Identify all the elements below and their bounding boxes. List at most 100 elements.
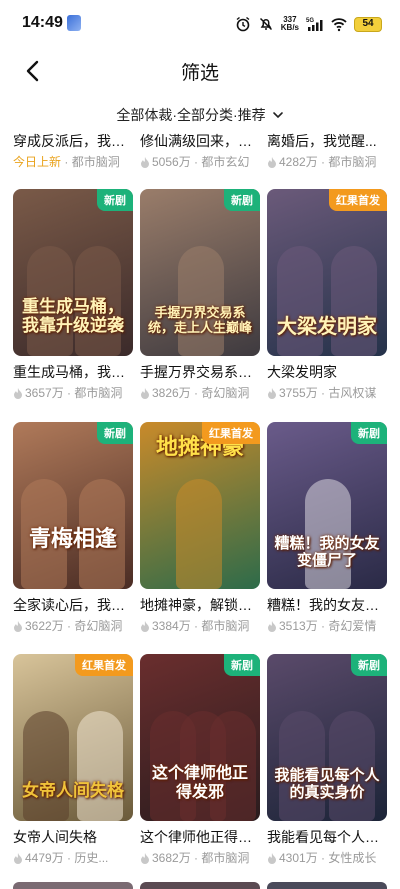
drama-cover[interactable]: 糟糕！我的女友变僵尸了 新剧 xyxy=(267,422,387,589)
new-badge: 新剧 xyxy=(224,654,260,676)
drama-card[interactable]: 手握万界交易系统，走上人生巅峰 新剧 手握万界交易系统... 3826万 · 奇… xyxy=(140,189,260,401)
drama-meta: 今日上新 · 都市脑洞 xyxy=(13,155,120,169)
drama-title: 重生成马桶，我靠... xyxy=(13,364,133,380)
drama-genre: 历史... xyxy=(74,851,109,865)
status-time: 14:49 xyxy=(22,14,63,31)
drama-views: 4301万 xyxy=(279,851,318,865)
drama-title: 全家读心后，我成... xyxy=(13,597,133,613)
drama-card[interactable]: 大梁发明家 红果首发 大梁发明家 3755万 · 古风权谋 xyxy=(267,189,387,401)
chevron-down-icon xyxy=(272,112,283,119)
drama-meta: 3657万 · 都市脑洞 xyxy=(13,385,133,401)
drama-genre: 都市脑洞 xyxy=(71,155,120,169)
drama-genre: 女性成长 xyxy=(328,851,377,865)
drama-cover[interactable]: 我能看见每个人的真实身价 新剧 xyxy=(267,654,387,821)
drama-genre: 奇幻脑洞 xyxy=(74,619,123,633)
mute-icon xyxy=(259,17,272,31)
drama-card[interactable]: 女帝人间失格 红果首发 女帝人间失格 4479万 · 历史... xyxy=(13,654,133,866)
drama-card[interactable]: 地摊神豪 红果首发 地摊神豪，解锁万... 3384万 · 都市脑洞 xyxy=(140,422,260,634)
signal-icon: 5G xyxy=(306,18,323,31)
drama-meta: 3826万 · 奇幻脑洞 xyxy=(140,385,260,401)
drama-views: 3622万 xyxy=(25,619,64,633)
status-bar: 14:49 337 KB/s 5G 54 xyxy=(0,0,400,48)
new-badge: 新剧 xyxy=(351,422,387,444)
drama-cover[interactable]: 大梁发明家 红果首发 xyxy=(267,189,387,356)
drama-views: 3826万 xyxy=(152,386,191,400)
premiere-badge: 红果首发 xyxy=(202,422,260,444)
drama-meta: 4479万 · 历史... xyxy=(13,850,133,866)
drama-genre: 都市脑洞 xyxy=(74,386,123,400)
drama-card[interactable]: 修仙满级回来，我... 5056万 · 都市玄幻 xyxy=(140,132,260,170)
fire-icon xyxy=(14,620,22,632)
cover-title: 青梅相逢 xyxy=(28,526,117,552)
drama-views: 3682万 xyxy=(152,851,191,865)
drama-cover[interactable]: 重生成马桶，我靠升级逆袭 新剧 xyxy=(13,189,133,356)
drama-meta: 3513万 · 奇幻爱情 xyxy=(267,618,387,634)
status-indicators: 337 KB/s 5G 54 xyxy=(235,14,382,34)
page-header: 筛选 xyxy=(0,48,400,94)
drama-meta: 5056万 · 都市玄幻 xyxy=(140,154,260,170)
cover-title: 重生成马桶，我靠升级逆袭 xyxy=(22,297,124,336)
new-badge: 新剧 xyxy=(97,189,133,211)
drama-meta: 3682万 · 都市脑洞 xyxy=(140,850,260,866)
drama-genre: 都市脑洞 xyxy=(201,619,250,633)
drama-card[interactable]: 这个律师他正得发邪 新剧 这个律师他正得发... 3682万 · 都市脑洞 xyxy=(140,654,260,866)
fire-icon xyxy=(268,156,276,168)
filter-label: 全部体裁·全部分类·推荐 xyxy=(116,107,266,123)
fire-icon xyxy=(268,852,276,864)
drama-genre: 都市玄幻 xyxy=(201,155,250,169)
grid-row-partial: 穿成反派后，我靠... 今日上新 · 都市脑洞 修仙满级回来，我... 5056… xyxy=(13,132,387,170)
drama-cover[interactable]: 青梅相逢 新剧 xyxy=(13,422,133,589)
cover-title: 我能看见每个人的真实身价 xyxy=(274,766,380,801)
fire-icon xyxy=(14,387,22,399)
drama-meta: 4301万 · 女性成长 xyxy=(267,850,387,866)
premiere-badge: 红果首发 xyxy=(329,189,387,211)
drama-views: 5056万 xyxy=(152,155,191,169)
drama-title: 地摊神豪，解锁万... xyxy=(140,597,260,613)
drama-genre: 奇幻脑洞 xyxy=(201,386,250,400)
drama-genre: 古风权谋 xyxy=(328,386,377,400)
filter-selector[interactable]: 全部体裁·全部分类·推荐 xyxy=(0,102,400,128)
cover-title: 手握万界交易系统，走上人生巅峰 xyxy=(147,306,252,336)
drama-card[interactable]: 穿成反派后，我靠... 今日上新 · 都市脑洞 xyxy=(13,132,133,170)
drama-cover[interactable]: 手握万界交易系统，走上人生巅峰 新剧 xyxy=(140,189,260,356)
next-cover-peek[interactable] xyxy=(140,882,260,889)
next-cover-peek[interactable] xyxy=(267,882,387,889)
drama-card[interactable]: 青梅相逢 新剧 全家读心后，我成... 3622万 · 奇幻脑洞 xyxy=(13,422,133,634)
drama-cover[interactable]: 这个律师他正得发邪 新剧 xyxy=(140,654,260,821)
grid-row: 女帝人间失格 红果首发 女帝人间失格 4479万 · 历史... 这个律师他正得… xyxy=(13,654,387,866)
network-speed: 337 KB/s xyxy=(280,15,299,32)
drama-title: 大梁发明家 xyxy=(267,364,337,380)
drama-title: 女帝人间失格 xyxy=(13,829,97,845)
fire-icon xyxy=(141,156,149,168)
next-cover-peek[interactable] xyxy=(13,882,133,889)
drama-title: 这个律师他正得发... xyxy=(140,829,260,845)
drama-genre: 奇幻爱情 xyxy=(328,619,377,633)
svg-text:5G: 5G xyxy=(306,18,314,24)
drama-title: 糟糕！我的女友变... xyxy=(267,597,387,613)
drama-views: 4282万 xyxy=(279,155,318,169)
cover-title: 大梁发明家 xyxy=(277,314,377,338)
drama-cover[interactable]: 女帝人间失格 红果首发 xyxy=(13,654,133,821)
drama-card[interactable]: 糟糕！我的女友变僵尸了 新剧 糟糕！我的女友变... 3513万 · 奇幻爱情 xyxy=(267,422,387,634)
drama-card[interactable]: 离婚后，我觉醒... 4282万 · 都市脑洞 xyxy=(267,132,387,170)
drama-grid: 穿成反派后，我靠... 今日上新 · 都市脑洞 修仙满级回来，我... 5056… xyxy=(13,128,387,889)
alarm-icon xyxy=(236,16,250,32)
premiere-badge: 红果首发 xyxy=(75,654,133,676)
drama-title: 离婚后，我觉醒... xyxy=(267,133,377,149)
fire-icon xyxy=(141,852,149,864)
battery-indicator: 54 xyxy=(354,16,382,32)
fire-icon xyxy=(14,852,22,864)
new-badge: 新剧 xyxy=(224,189,260,211)
fire-icon xyxy=(268,387,276,399)
drama-cover[interactable]: 地摊神豪 红果首发 xyxy=(140,422,260,589)
drama-views: 3513万 xyxy=(279,619,318,633)
page-title: 筛选 xyxy=(180,63,219,84)
drama-genre: 都市脑洞 xyxy=(328,155,377,169)
cover-title: 糟糕！我的女友变僵尸了 xyxy=(274,534,380,569)
drama-card[interactable]: 重生成马桶，我靠升级逆袭 新剧 重生成马桶，我靠... 3657万 · 都市脑洞 xyxy=(13,189,133,401)
drama-meta: 3622万 · 奇幻脑洞 xyxy=(13,618,133,634)
drama-card[interactable]: 我能看见每个人的真实身价 新剧 我能看见每个人的... 4301万 · 女性成长 xyxy=(267,654,387,866)
drama-meta: 3755万 · 古风权谋 xyxy=(267,385,387,401)
drama-meta: 3384万 · 都市脑洞 xyxy=(140,618,260,634)
cover-title: 女帝人间失格 xyxy=(22,781,124,801)
